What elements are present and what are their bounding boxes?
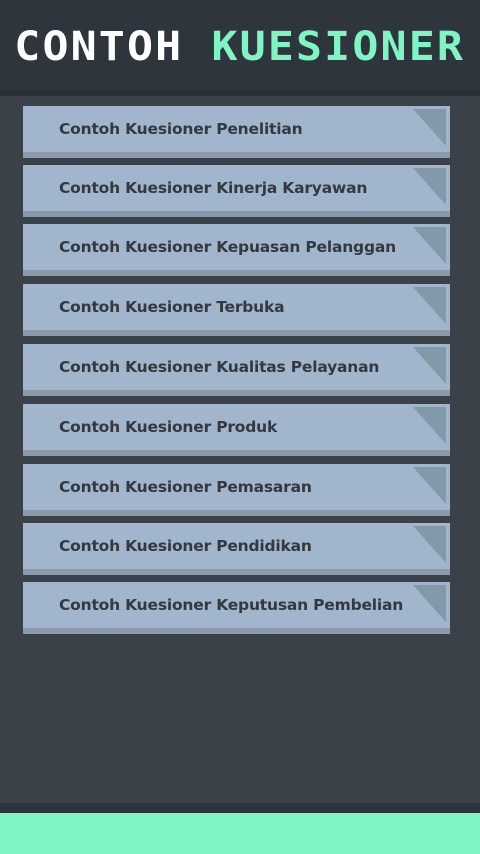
menu-item-label: Contoh Kuesioner Keputusan Pembelian [59,596,404,614]
menu-item-kepuasan-pelanggan[interactable]: Contoh Kuesioner Kepuasan Pelanggan [23,224,450,276]
footer-divider [0,803,480,813]
menu-item-shadow [23,211,450,217]
menu-item-shadow [23,510,450,516]
app-header: CONTOH KUESIONER [0,0,480,90]
header-shadow [0,90,480,96]
corner-fold-icon [413,109,446,146]
menu-item-kinerja-karyawan[interactable]: Contoh Kuesioner Kinerja Karyawan [23,165,450,217]
menu-item-label: Contoh Kuesioner Terbuka [59,298,285,316]
corner-fold-icon [413,467,446,504]
title-part-kuesioner: KUESIONER [211,24,466,70]
menu-item-label: Contoh Kuesioner Kualitas Pelayanan [59,358,380,376]
menu-item-shadow [23,569,450,575]
menu-item-penelitian[interactable]: Contoh Kuesioner Penelitian [23,106,450,158]
menu-item-shadow [23,270,450,276]
menu-item-kualitas-pelayanan[interactable]: Contoh Kuesioner Kualitas Pelayanan [23,344,450,396]
menu-item-label: Contoh Kuesioner Produk [59,418,278,436]
corner-fold-icon [413,585,446,622]
questionnaire-menu: Contoh Kuesioner Penelitian Contoh Kuesi… [23,106,450,634]
menu-item-label: Contoh Kuesioner Penelitian [59,120,303,138]
menu-item-shadow [23,628,450,634]
menu-item-produk[interactable]: Contoh Kuesioner Produk [23,404,450,456]
menu-item-keputusan-pembelian[interactable]: Contoh Kuesioner Keputusan Pembelian [23,582,450,634]
menu-item-pemasaran[interactable]: Contoh Kuesioner Pemasaran [23,464,450,516]
corner-fold-icon [413,526,446,563]
footer-bar [0,813,480,854]
menu-item-label: Contoh Kuesioner Pemasaran [59,478,312,496]
app-title: CONTOH KUESIONER [15,27,466,67]
corner-fold-icon [413,168,446,205]
menu-item-label: Contoh Kuesioner Kepuasan Pelanggan [59,238,396,256]
corner-fold-icon [413,407,446,444]
menu-item-shadow [23,152,450,158]
menu-item-shadow [23,450,450,456]
corner-fold-icon [413,347,446,384]
menu-item-terbuka[interactable]: Contoh Kuesioner Terbuka [23,284,450,336]
corner-fold-icon [413,227,446,264]
title-part-contoh: CONTOH [14,24,184,70]
menu-item-shadow [23,330,450,336]
menu-item-label: Contoh Kuesioner Kinerja Karyawan [59,179,368,197]
menu-item-label: Contoh Kuesioner Pendidikan [59,537,312,555]
corner-fold-icon [413,287,446,324]
menu-item-pendidikan[interactable]: Contoh Kuesioner Pendidikan [23,523,450,575]
menu-item-shadow [23,390,450,396]
